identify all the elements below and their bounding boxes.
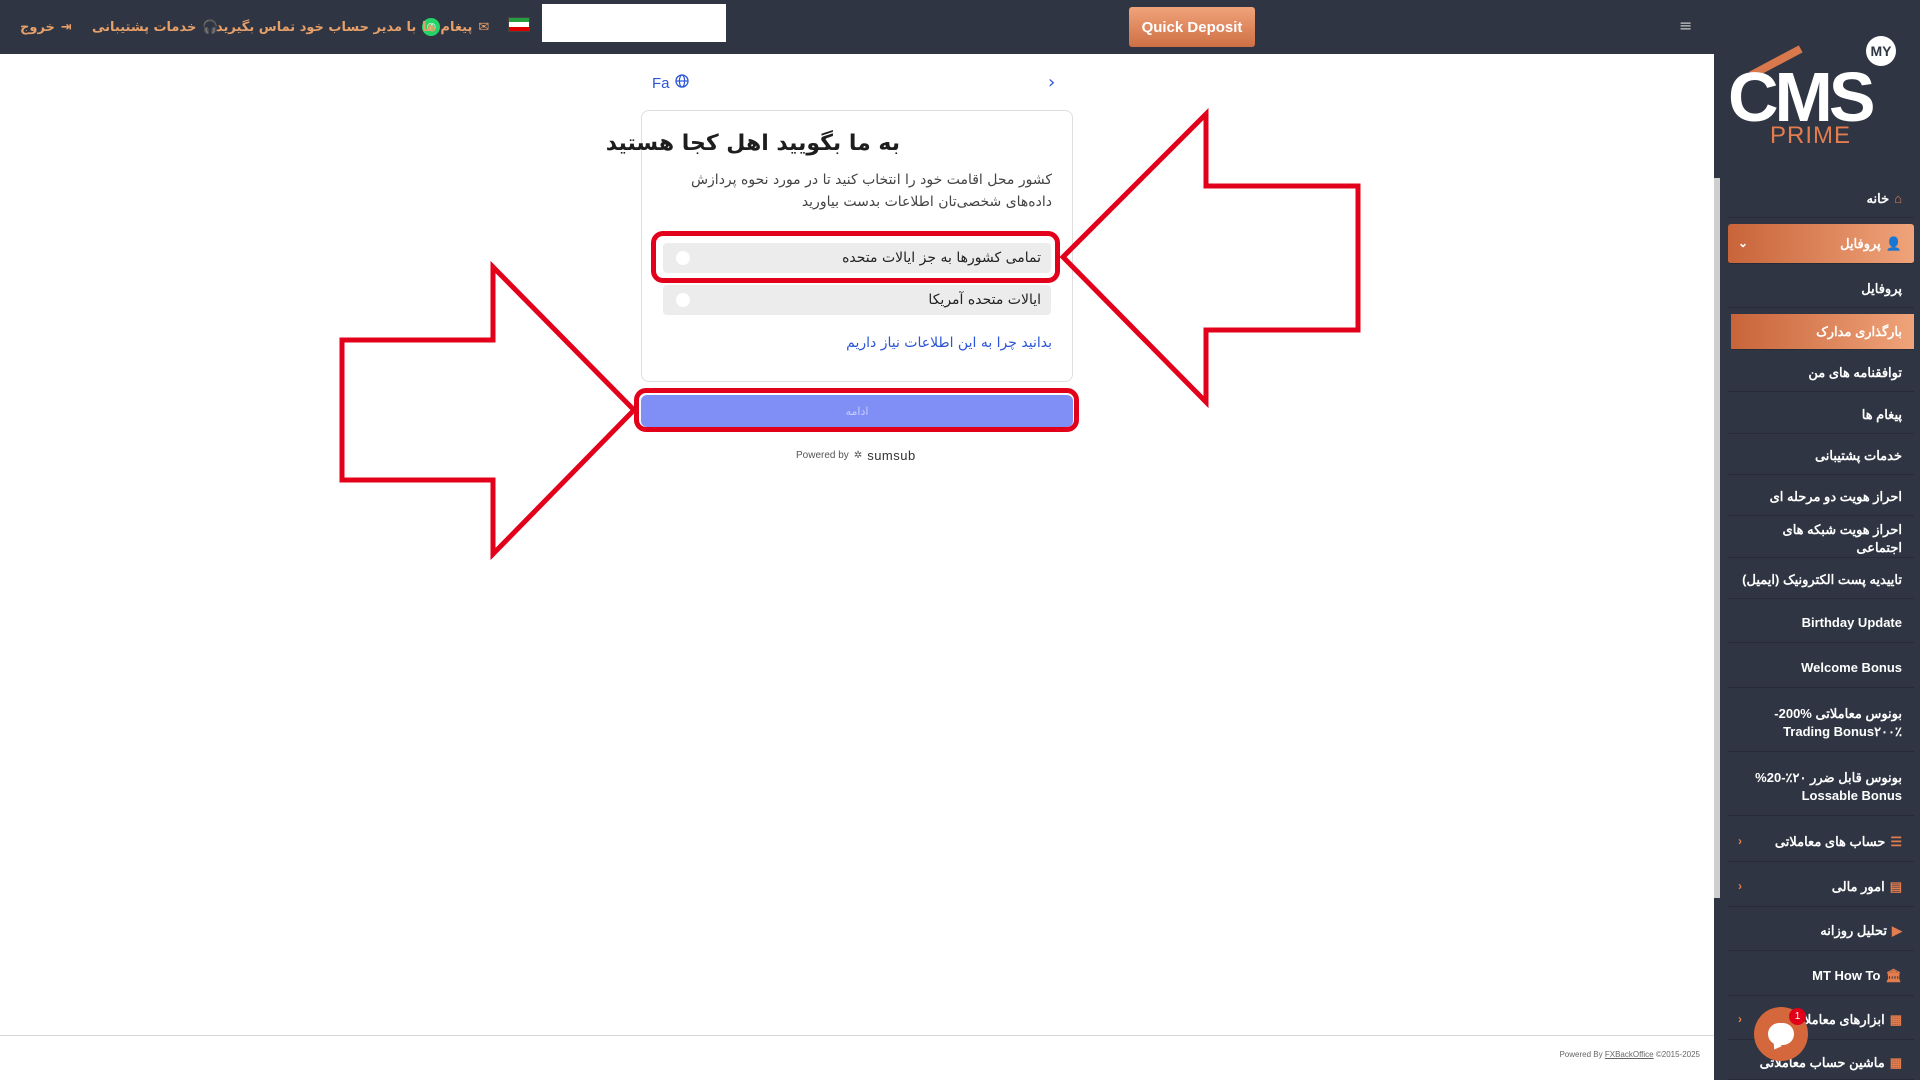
sidebar-subitem-email-verify[interactable]: تاییدیه پست الکترونیک (ایمیل)	[1728, 561, 1914, 599]
option-all-except-us[interactable]: تمامی کشورها به جز ایالات متحده	[663, 243, 1051, 273]
top-bar: ⇥ خروج 🎧 خدمات پشتیبانی ✆ با مدیر حساب خ…	[0, 0, 1714, 54]
sidebar-item-label: پروفایل	[1840, 235, 1881, 251]
sidebar-item-label: حساب های معاملاتی	[1774, 833, 1886, 849]
sidebar-subitem-2fa[interactable]: احراز هویت دو مرحله ای	[1728, 478, 1914, 516]
sidebar-item-trading-accounts[interactable]: ☰ حساب های معاملاتی ‹	[1728, 822, 1914, 862]
sidebar-subitem-support[interactable]: خدمات پشتیبانی	[1728, 437, 1914, 475]
quick-deposit-button[interactable]: Quick Deposit	[1129, 7, 1255, 47]
logo-sub: PRIME	[1770, 122, 1852, 149]
sidebar-item-finance[interactable]: ▤ امور مالی ‹	[1728, 867, 1914, 907]
country-selection-card: به ما بگویید اهل کجا هستید کشور محل اقام…	[606, 110, 1073, 382]
globe-icon	[674, 74, 689, 92]
arrow-right-annotation	[339, 260, 638, 561]
iran-flag-icon[interactable]	[508, 17, 530, 32]
powered-by-label: Powered by	[796, 450, 849, 461]
radio-button[interactable]	[676, 293, 690, 307]
support-label: خدمات پشتیبانی	[92, 19, 197, 35]
chevron-left-icon: ‹	[1738, 879, 1742, 894]
sidebar-subitem-trading-bonus[interactable]: بونوس معاملاتی ‎-200%‎ Trading Bonus۲۰۰٪…	[1728, 694, 1914, 752]
continue-button[interactable]: ادامه	[641, 395, 1073, 427]
chat-unread-badge: 1	[1789, 1008, 1806, 1025]
support-link[interactable]: 🎧 خدمات پشتیبانی	[92, 14, 219, 40]
sidebar-subitem-social-auth[interactable]: احراز هویت شبکه های اجتماعی	[1728, 520, 1914, 558]
envelope-icon: ✉	[478, 19, 490, 35]
why-info-link[interactable]: بدانید چرا به این اطلاعات نیاز داریم	[846, 335, 1052, 351]
arrow-left-annotation	[1059, 107, 1361, 409]
sidebar-subitem-welcome-bonus[interactable]: Welcome Bonus	[1728, 648, 1914, 688]
chevron-down-icon: ⌄	[1738, 236, 1749, 251]
powered-by-sumsub: Powered by ✲ sumsub	[796, 448, 916, 463]
calendar-icon: ▦	[1889, 1011, 1902, 1027]
chevron-left-icon: ‹	[1738, 1012, 1742, 1027]
sidebar-item-daily-analysis[interactable]: ▶ تحلیل روزانه	[1728, 911, 1914, 951]
back-arrow-icon[interactable]: ›	[1048, 72, 1055, 93]
sidebar-item-label: تاییدیه پست الکترونیک (ایمیل)	[1742, 571, 1902, 587]
contact-manager-label: با مدیر حساب خود تماس بگیرید	[216, 19, 417, 35]
chevron-left-icon: ‹	[1738, 834, 1742, 849]
verification-header: Fa ›	[640, 72, 1060, 94]
sidebar-subitem-upload-documents[interactable]: بارگذاری مدارک	[1731, 314, 1914, 350]
list-icon: ☰	[1890, 833, 1902, 849]
sidebar-subitem-profile[interactable]: پروفایل	[1728, 270, 1914, 308]
sidebar-item-profile[interactable]: 👤 پروفایل ⌄	[1728, 224, 1914, 264]
footer-divider	[0, 1035, 1714, 1036]
sidebar-item-label: خانه	[1866, 190, 1890, 206]
play-icon: ▶	[1892, 922, 1902, 938]
contact-manager-link[interactable]: ✆ با مدیر حساب خود تماس بگیرید	[216, 14, 441, 40]
calculator-icon: ▦	[1889, 1054, 1902, 1070]
sidebar-subitem-birthday-update[interactable]: Birthday Update	[1728, 603, 1914, 643]
card-title: به ما بگویید اهل کجا هستید	[605, 131, 900, 156]
sidebar-subitem-messages[interactable]: پیغام ها	[1728, 396, 1914, 434]
hamburger-menu-icon[interactable]: ≡	[1679, 16, 1692, 35]
sidebar-item-label: Welcome Bonus	[1801, 659, 1902, 675]
top-search-input[interactable]	[542, 4, 726, 42]
sidebar-item-label: خدمات پشتیبانی	[1814, 447, 1902, 463]
footer-copyright: ©2015-2025	[1655, 1050, 1700, 1059]
logo-badge: MY	[1866, 36, 1896, 66]
language-selector[interactable]: Fa	[652, 74, 689, 92]
sidebar-subitem-my-agreements[interactable]: توافقنامه های من	[1728, 354, 1914, 392]
cms-prime-logo[interactable]: CMS MY PRIME	[1728, 36, 1918, 156]
home-icon: ⌂	[1894, 190, 1902, 206]
user-icon: 👤	[1885, 235, 1902, 251]
logout-label: خروج	[20, 19, 55, 35]
sidebar-item-label: احراز هویت دو مرحله ای	[1769, 488, 1902, 504]
sidebar-scrollbar[interactable]	[1714, 178, 1720, 898]
logout-icon: ⇥	[60, 19, 72, 35]
sidebar-item-label: بونوس قابل ضرر ۲۰٪-20%‎ Lossable Bonus	[1755, 769, 1902, 803]
sidebar-item-label: امور مالی	[1831, 878, 1885, 894]
messages-link[interactable]: ✉ پیغام ها	[422, 14, 489, 40]
option-label: تمامی کشورها به جز ایالات متحده	[842, 250, 1041, 266]
sidebar-item-label: احراز هویت شبکه های اجتماعی	[1782, 521, 1902, 555]
footer-link[interactable]: FXBackOffice	[1605, 1050, 1654, 1059]
option-united-states[interactable]: ایالات متحده آمریکا	[663, 285, 1051, 315]
radio-button[interactable]	[676, 251, 690, 265]
sidebar-item-label: تحلیل روزانه	[1820, 922, 1887, 938]
sidebar-item-label: پروفایل	[1861, 280, 1902, 296]
sidebar-item-trading-calculator[interactable]: ▦ ماشین حساب معاملاتی	[1728, 1046, 1914, 1080]
sidebar-item-label: پیغام ها	[1861, 406, 1902, 422]
bank-icon: 🏛	[1885, 967, 1902, 983]
sidebar-subitem-lossable-bonus[interactable]: بونوس قابل ضرر ۲۰٪-20%‎ Lossable Bonus	[1728, 758, 1914, 816]
footer: Powered By FXBackOffice ©2015-2025	[1559, 1050, 1700, 1059]
sidebar-item-label: Birthday Update	[1801, 614, 1902, 630]
sidebar-item-label: بارگذاری مدارک	[1816, 323, 1902, 339]
sidebar-item-label: MT How To	[1812, 967, 1881, 983]
card-description: کشور محل اقامت خود را انتخاب کنید تا در …	[690, 172, 1052, 210]
sidebar-item-mt-how-to[interactable]: 🏛 MT How To	[1728, 956, 1914, 996]
option-label: ایالات متحده آمریکا	[928, 292, 1041, 308]
sumsub-brand: sumsub	[867, 448, 916, 463]
footer-powered: Powered By	[1559, 1050, 1603, 1059]
wallet-icon: ▤	[1889, 878, 1902, 894]
messages-label: پیغام ها	[422, 19, 473, 35]
sidebar-item-label: بونوس معاملاتی ‎-200%‎ Trading Bonus۲۰۰٪…	[1774, 705, 1902, 739]
logout-link[interactable]: ⇥ خروج	[20, 14, 72, 40]
language-label: Fa	[652, 74, 670, 92]
sidebar-item-home[interactable]: ⌂ خانه	[1728, 180, 1914, 218]
sidebar-item-label: توافقنامه های من	[1808, 364, 1902, 380]
sumsub-logo-icon: ✲	[853, 450, 863, 461]
chat-bubble-icon	[1768, 1023, 1794, 1045]
